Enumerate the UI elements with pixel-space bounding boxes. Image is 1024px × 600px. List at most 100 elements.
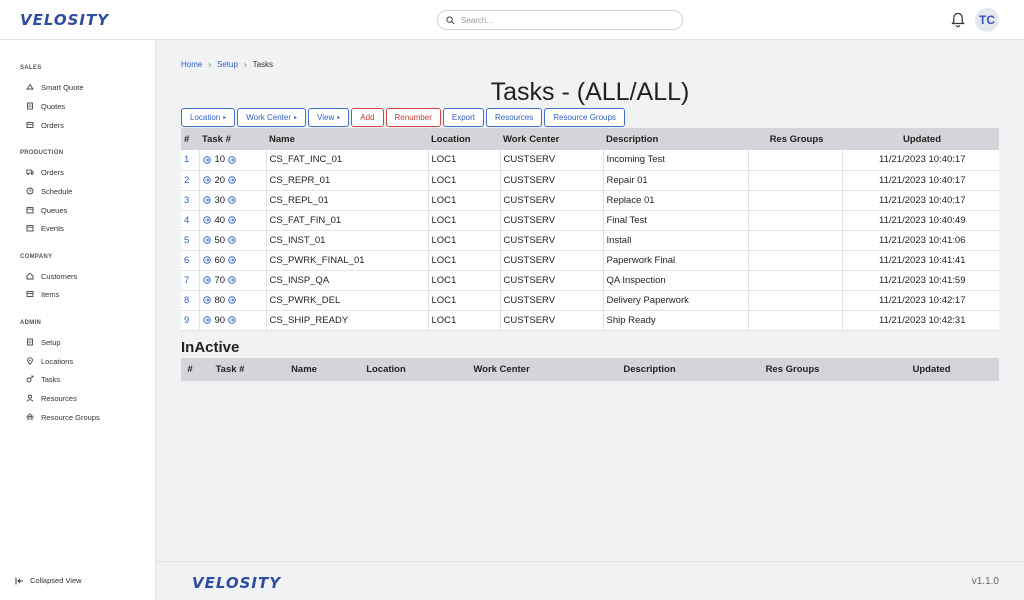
inactive-table-header: # Task # Name Location Work Center Descr…	[181, 358, 999, 381]
table-row[interactable]: 7 70 CS_INSP_QA LOC1 CUSTSERV QA Inspection 11…	[181, 270, 999, 291]
document-icon	[27, 338, 33, 346]
column-header[interactable]: Name	[266, 128, 428, 150]
row-number-link[interactable]: 7	[184, 275, 189, 286]
table-row[interactable]: 1 10 CS_FAT_INC_01 LOC1 CUSTSERV Incoming Tes…	[181, 150, 999, 171]
sidebar-item-label: Customers	[41, 271, 78, 281]
sidebar-item-events[interactable]: Events	[26, 221, 64, 235]
move-down-icon[interactable]	[228, 156, 236, 164]
column-header[interactable]: Name	[261, 358, 347, 381]
row-number-link[interactable]: 3	[184, 195, 189, 206]
breadcrumb-setup[interactable]: Setup	[217, 60, 238, 69]
column-header[interactable]: Work Center	[500, 128, 603, 150]
table-row[interactable]: 4 40 CS_FAT_FIN_01 LOC1 CUSTSERV Final Test 11…	[181, 210, 999, 231]
row-number-link[interactable]: 4	[184, 215, 189, 226]
export-button[interactable]: Export	[442, 108, 484, 127]
notification-bell-icon[interactable]	[951, 12, 965, 28]
move-down-icon[interactable]	[228, 256, 236, 264]
sidebar-item-setup[interactable]: Setup	[26, 335, 61, 349]
sidebar-item-label: Orders	[41, 167, 64, 177]
resource-groups-button[interactable]: Resource Groups	[544, 108, 625, 127]
column-header[interactable]: Task #	[199, 128, 266, 150]
table-row[interactable]: 5 50 CS_INST_01 LOC1 CUSTSERV Install 11/21/20…	[181, 230, 999, 251]
move-down-icon[interactable]	[228, 176, 236, 184]
sidebar-item-label: Queues	[41, 205, 68, 215]
view-button[interactable]: View ▸	[308, 108, 350, 127]
column-header[interactable]: Updated	[842, 128, 999, 150]
row-number-link[interactable]: 6	[184, 255, 189, 266]
sidebar-item-resources[interactable]: Resources	[26, 391, 77, 405]
caret-right-icon: ▸	[294, 115, 298, 121]
move-up-icon[interactable]	[202, 236, 211, 244]
updated-cell: 11/21/2023 10:41:59	[842, 270, 999, 291]
move-up-icon[interactable]	[202, 256, 211, 264]
updated-cell: 11/21/2023 10:40:17	[842, 170, 999, 191]
column-header[interactable]: #	[181, 128, 199, 150]
task-number: 80	[214, 294, 226, 306]
column-header[interactable]: Task #	[199, 358, 261, 381]
column-header[interactable]: Location	[428, 128, 500, 150]
sidebar-item-customers[interactable]: Customers	[26, 269, 77, 283]
sidebar-item-tasks[interactable]: Tasks	[26, 372, 60, 386]
renumber-button[interactable]: Renumber	[385, 108, 441, 127]
move-down-icon[interactable]	[228, 316, 236, 324]
row-number-link[interactable]: 9	[184, 315, 189, 326]
sidebar-item-smart-quote[interactable]: Smart Quote	[26, 80, 84, 94]
column-header[interactable]: Location	[347, 358, 425, 381]
sidebar-item-quotes[interactable]: Quotes	[26, 99, 65, 113]
table-row[interactable]: 6 60 CS_PWRK_FINAL_01 LOC1 CUSTSERV Paperwork…	[181, 250, 999, 271]
search-box[interactable]	[437, 10, 683, 30]
column-header[interactable]: Updated	[864, 358, 999, 381]
row-number-link[interactable]: 2	[184, 175, 189, 186]
move-down-icon[interactable]	[228, 236, 236, 244]
breadcrumb-home[interactable]: Home	[181, 60, 202, 69]
column-header[interactable]: Description	[578, 358, 721, 381]
tasks-icon	[26, 375, 34, 383]
table-row[interactable]: 2 20 CS_REPR_01 LOC1 CUSTSERV Repair 01 11/21/…	[181, 170, 999, 191]
sidebar-item-production-orders[interactable]: Orders	[26, 165, 64, 179]
move-down-icon[interactable]	[228, 276, 236, 284]
table-row[interactable]: 3 30 CS_REPL_01 LOC1 CUSTSERV Replace 01 11/21…	[181, 190, 999, 211]
sidebar-item-items[interactable]: Items	[26, 287, 59, 301]
user-avatar[interactable]: TC	[975, 8, 999, 32]
move-up-icon[interactable]	[202, 196, 211, 204]
quotes-icon	[27, 102, 33, 110]
resources-button[interactable]: Resources	[485, 108, 543, 127]
task-name-cell: CS_FAT_FIN_01	[266, 210, 429, 231]
table-row[interactable]: 9 90 CS_SHIP_READY LOC1 CUSTSERV Ship Ready 11…	[181, 310, 999, 331]
move-up-icon[interactable]	[202, 296, 211, 304]
column-header[interactable]: Work Center	[425, 358, 578, 381]
app-logo[interactable]: VELOSITY	[20, 10, 109, 30]
column-header[interactable]: Res Groups	[748, 128, 842, 150]
move-up-icon[interactable]	[202, 316, 211, 324]
move-down-icon[interactable]	[228, 216, 236, 224]
row-number-link[interactable]: 5	[184, 235, 189, 246]
location-filter-button[interactable]: Location ▸	[181, 108, 236, 127]
sidebar-item-label: Schedule	[41, 186, 73, 196]
sidebar-item-orders[interactable]: Orders	[26, 118, 64, 132]
task-number: 10	[214, 154, 226, 166]
column-header[interactable]: Res Groups	[721, 358, 864, 381]
add-button[interactable]: Add	[351, 108, 384, 127]
move-up-icon[interactable]	[202, 176, 211, 184]
search-input[interactable]	[461, 15, 661, 25]
row-number-cell: 8	[181, 290, 200, 311]
sidebar-item-resource-groups[interactable]: Resource Groups	[26, 410, 100, 424]
sidebar-item-locations[interactable]: Locations	[26, 354, 73, 368]
column-header[interactable]: #	[181, 358, 199, 381]
move-up-icon[interactable]	[202, 156, 211, 164]
move-up-icon[interactable]	[202, 276, 211, 284]
sidebar-item-queues[interactable]: Queues	[26, 203, 67, 217]
row-number-link[interactable]: 8	[184, 295, 189, 306]
column-header[interactable]: Description	[603, 128, 748, 150]
table-row[interactable]: 8 80 CS_PWRK_DEL LOC1 CUSTSERV Delivery Paper…	[181, 290, 999, 311]
move-down-icon[interactable]	[228, 296, 236, 304]
move-up-icon[interactable]	[202, 216, 211, 224]
res-groups-cell	[748, 170, 843, 191]
work-center-filter-button[interactable]: Work Center ▸	[237, 108, 307, 127]
collapsed-view-toggle[interactable]: Collapsed View	[15, 576, 82, 585]
row-number-link[interactable]: 1	[184, 154, 189, 165]
sidebar-item-schedule[interactable]: Schedule	[26, 184, 72, 198]
tasks-table-header: # Task # Name Location Work Center Descr…	[181, 128, 999, 150]
move-down-icon[interactable]	[228, 196, 236, 204]
sidebar-item-label: Resources	[41, 393, 77, 403]
